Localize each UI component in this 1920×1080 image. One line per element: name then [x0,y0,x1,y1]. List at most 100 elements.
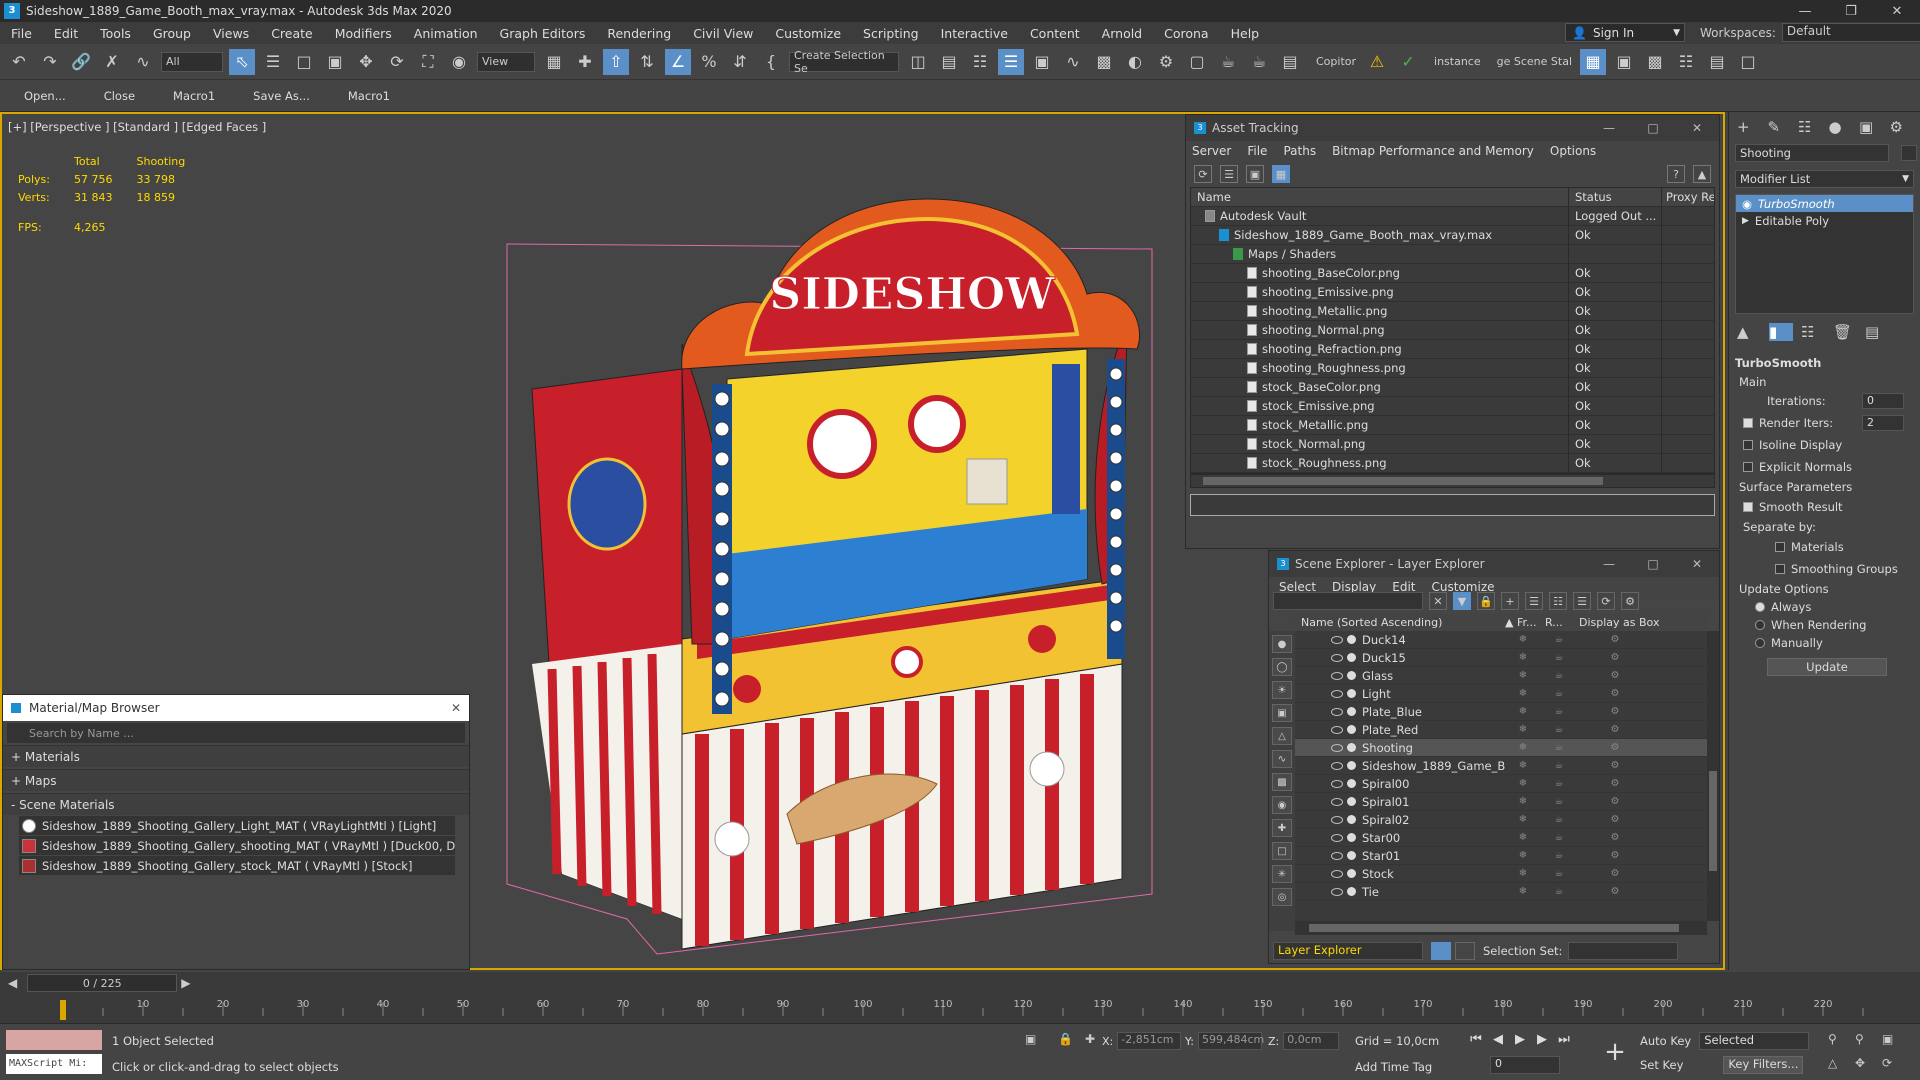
render-iters-spinner[interactable]: 2 [1862,415,1904,431]
freeze-icon[interactable]: ❄ [1505,670,1541,681]
display-xrefs-icon[interactable]: ◉ [1272,796,1292,814]
pivot-icon[interactable]: ▦ [541,49,567,75]
menu-edit[interactable]: Edit [43,26,89,41]
unlink-icon[interactable]: ✗ [99,49,125,75]
display-box-icon[interactable]: ⚙ [1597,742,1633,753]
selection-filter-dropdown[interactable]: All [161,51,223,72]
eye-icon[interactable]: ◉ [1742,197,1752,211]
manually-radio[interactable] [1755,638,1765,648]
asset-row[interactable]: stock_Roughness.png Ok [1191,453,1714,473]
rendered-frame-icon[interactable]: ▢ [1184,49,1210,75]
close-icon[interactable]: ✕ [451,701,461,715]
visibility-eye-icon[interactable] [1331,707,1343,716]
render-teapot-icon[interactable]: ☕ [1541,760,1577,771]
visibility-eye-icon[interactable] [1331,833,1343,842]
utilities-tab-icon[interactable]: ⚙ [1890,118,1913,136]
asset-row[interactable]: shooting_BaseColor.png Ok [1191,263,1714,283]
freeze-icon[interactable]: ❄ [1505,760,1541,771]
render-teapot-icon[interactable]: ☕ [1541,832,1577,843]
make-unique-icon[interactable]: ☷ [1801,323,1825,341]
layer-explorer-icon[interactable]: ☰ [998,48,1024,75]
render-teapot-icon[interactable]: ☕ [1541,814,1577,825]
asset-menu-options[interactable]: Options [1550,144,1596,158]
display-tab-icon[interactable]: ▣ [1859,118,1882,136]
asset-menu-bitmap[interactable]: Bitmap Performance and Memory [1332,144,1534,158]
freeze-icon[interactable]: ❄ [1505,832,1541,843]
modifier-list-dropdown[interactable]: Modifier List ▼ [1735,170,1914,188]
menu-civil-view[interactable]: Civil View [682,26,764,41]
render-teapot-icon[interactable]: ☕ [1541,868,1577,879]
freeze-icon[interactable]: ❄ [1505,868,1541,879]
display-particles-icon[interactable]: ✳ [1272,865,1292,883]
column-name-sorted[interactable]: Name (Sorted Ascending) [1295,616,1505,629]
asset-menu-server[interactable]: Server [1192,144,1231,158]
stack-item-editable-poly[interactable]: ▶ Editable Poly [1736,212,1913,229]
display-box-icon[interactable]: ⚙ [1597,670,1633,681]
scene-sync-icon[interactable] [1455,942,1475,960]
display-spacewarps-icon[interactable]: ∿ [1272,750,1292,768]
menu-help[interactable]: Help [1220,26,1271,41]
visibility-eye-icon[interactable] [1331,815,1343,824]
menu-content[interactable]: Content [1019,26,1091,41]
track-bar[interactable]: 10 20 30 40 50 60 70 80 90 100 110 120 130 140 150 160 1… [0,994,1920,1024]
freeze-icon[interactable]: ❄ [1505,778,1541,789]
snaps-toggle-icon[interactable]: ⇅ [634,49,660,75]
display-box-icon[interactable]: ⚙ [1597,868,1633,879]
pin-icon[interactable]: ▲ [1693,165,1711,183]
instance-label[interactable]: instance [1434,55,1481,68]
isoline-checkbox[interactable] [1743,440,1753,450]
edit-named-selection-icon[interactable]: { [758,49,784,75]
update-button[interactable]: Update [1767,658,1887,676]
scene-search-input[interactable] [1273,592,1423,610]
restore-icon[interactable]: ❐ [1828,4,1874,19]
materials-checkbox[interactable] [1775,542,1785,552]
explicit-normals-checkbox[interactable] [1743,462,1753,472]
scale-icon[interactable]: ⛶ [415,49,441,75]
save-as-button[interactable]: Save As... [253,89,310,103]
display-box-icon[interactable]: ⚙ [1597,832,1633,843]
check-icon[interactable]: ✓ [1395,49,1421,75]
go-to-end-icon[interactable]: ⏭ [1553,1032,1575,1047]
align-icon[interactable]: ▤ [936,49,962,75]
menu-animation[interactable]: Animation [403,26,489,41]
display-groups-icon[interactable]: ▩ [1272,773,1292,791]
open-button[interactable]: Open... [24,89,66,103]
display-box-icon[interactable]: ⚙ [1597,814,1633,825]
visibility-eye-icon[interactable] [1331,761,1343,770]
freeze-icon[interactable]: ❄ [1505,706,1541,717]
asset-row[interactable]: Sideshow_1889_Game_Booth_max_vray.max Ok [1191,225,1714,245]
render-teapot-icon[interactable]: ☕ [1541,706,1577,717]
minimize-icon[interactable]: — [1587,121,1631,135]
menu-rendering[interactable]: Rendering [596,26,682,41]
render-teapot-icon[interactable]: ☕ [1541,670,1577,681]
list-view-icon[interactable]: ☰ [1220,165,1238,183]
absolute-mode-icon[interactable]: ✚ [1085,1032,1095,1046]
scene-row[interactable]: Duck15 ❄ ☕ ⚙ [1295,649,1707,667]
smooth-result-checkbox[interactable] [1743,502,1753,512]
freeze-icon[interactable]: ❄ [1505,724,1541,735]
warning-icon[interactable]: ⚠ [1364,49,1390,75]
render-teapot-icon[interactable]: ☕ [1541,688,1577,699]
section-maps[interactable]: + Maps [3,769,469,791]
display-box-icon[interactable]: ⚙ [1597,688,1633,699]
macro1-button-2[interactable]: Macro1 [348,89,390,103]
visibility-eye-icon[interactable] [1331,689,1343,698]
move-icon[interactable]: ✥ [353,49,379,75]
scene-row[interactable]: Star01 ❄ ☕ ⚙ [1295,847,1707,865]
material-item-stock[interactable]: Sideshow_1889_Shooting_Gallery_stock_MAT… [19,856,455,875]
schematic-view-icon[interactable]: ▩ [1091,49,1117,75]
column-freeze[interactable]: ▲ Fr... [1505,616,1545,629]
set-key-button[interactable]: Set Key [1640,1058,1683,1072]
scene-row[interactable]: Sideshow_1889_Game_Booth❄☕ ⚙ [1295,757,1707,775]
display-geometry-icon[interactable]: ● [1272,635,1292,653]
freeze-icon[interactable]: ❄ [1505,850,1541,861]
scene-row[interactable]: Stock ❄ ☕ ⚙ [1295,865,1707,883]
macro1-button[interactable]: Macro1 [173,89,215,103]
material-item-shooting[interactable]: Sideshow_1889_Shooting_Gallery_shooting_… [19,836,455,855]
display-box-icon[interactable]: ⚙ [1597,724,1633,735]
hierarchy-icon[interactable]: ☷ [1549,592,1567,610]
expand-arrow-icon[interactable]: ▶ [1742,216,1749,226]
copitor-label[interactable]: Copitor [1316,55,1356,68]
display-box-icon[interactable]: ⚙ [1597,850,1633,861]
stack-layers-icon[interactable]: ☰ [1573,592,1591,610]
